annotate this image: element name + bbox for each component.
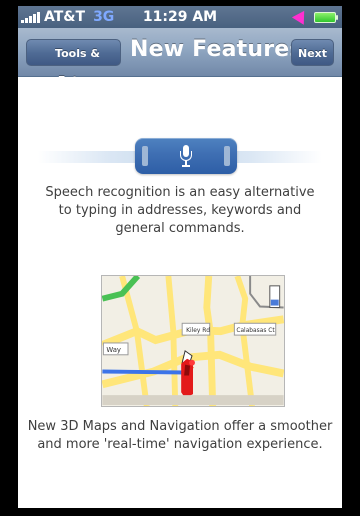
app-screen: AT&T 3G 11:29 AM Tools & Extras New Feat… xyxy=(0,0,360,516)
map-preview: Way Kiley Rd Calabasas Ct xyxy=(101,275,285,407)
navigation-bar: Tools & Extras New Features Next xyxy=(18,28,342,87)
network-label: 3G xyxy=(93,9,115,25)
map-label-calabasas-court: Calabasas Ct xyxy=(236,328,275,334)
iphone-screen: AT&T 3G 11:29 AM Tools & Extras New Feat… xyxy=(18,6,342,508)
speech-recognition-description: Speech recognition is an easy alternativ… xyxy=(45,185,315,236)
status-bar: AT&T 3G 11:29 AM xyxy=(18,6,342,28)
location-icon xyxy=(291,7,311,25)
battery-icon xyxy=(314,11,338,23)
back-button[interactable]: Tools & Extras xyxy=(26,39,121,87)
speech-recognition-banner xyxy=(38,138,322,174)
map-label-kiley-road: Kiley Rd xyxy=(186,328,210,334)
map-icon: Way Kiley Rd Calabasas Ct xyxy=(102,276,284,406)
maps-navigation-description: New 3D Maps and Navigation offer a smoot… xyxy=(27,419,333,452)
next-button[interactable]: Next xyxy=(291,39,334,66)
status-indicators xyxy=(291,7,338,25)
map-label-way: Way xyxy=(106,346,121,354)
microphone-button xyxy=(135,138,237,174)
page-title: New Features xyxy=(130,37,303,62)
signal-icon xyxy=(21,11,40,23)
bottom-whitespace xyxy=(18,462,342,508)
features-content: Speech recognition is an easy alternativ… xyxy=(18,77,342,508)
carrier-label: AT&T xyxy=(44,9,86,25)
status-time: 11:29 AM xyxy=(142,9,218,25)
microphone-icon xyxy=(180,145,192,167)
